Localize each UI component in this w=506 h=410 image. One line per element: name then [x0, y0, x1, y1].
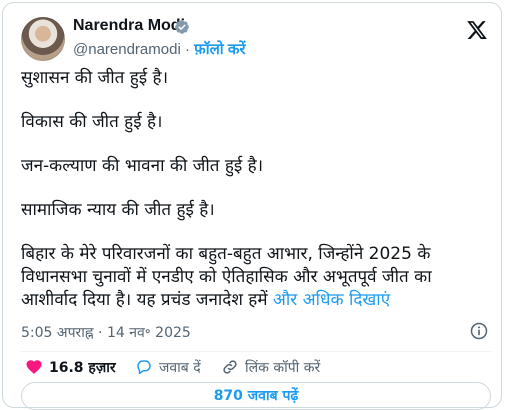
tweet-text: सुशासन की जीत हुई है। विकास की जीत हुई ह…	[21, 67, 491, 312]
tweet-paragraph: विकास की जीत हुई है।	[21, 112, 163, 132]
divider	[21, 351, 491, 352]
tweet-paragraph-last: बिहार के मेरे परिवारजनों का बहुत-बहुत आभ…	[21, 243, 491, 312]
tweet-embed-card: Narendra Modi @narendramodi · फ़ॉलो करें…	[2, 2, 502, 410]
timestamp[interactable]: 5:05 अपराह्न · 14 नव॰ 2025	[21, 323, 191, 342]
show-more-link[interactable]: और अधिक दिखाएं	[273, 290, 390, 310]
heart-icon	[26, 360, 42, 374]
author-handle[interactable]: @narendramodi	[73, 41, 181, 58]
avatar[interactable]	[21, 17, 65, 61]
author-handle-row: @narendramodi · फ़ॉलो करें	[73, 39, 245, 59]
author-name[interactable]: Narendra Modi	[73, 17, 185, 35]
info-icon[interactable]	[469, 321, 489, 341]
reply-icon	[137, 360, 151, 375]
reply-label: जवाब दें	[159, 359, 201, 376]
tweet-paragraph: जन-कल्याण की भावना की जीत हुई है।	[21, 156, 264, 176]
copy-link-label: लिंक कॉपी करें	[245, 359, 321, 376]
tweet-meta: 5:05 अपराह्न · 14 नव॰ 2025	[21, 321, 491, 343]
link-icon	[223, 360, 237, 374]
tweet-paragraph: सुशासन की जीत हुई है।	[21, 68, 169, 88]
x-logo-icon[interactable]	[466, 19, 488, 41]
like-button[interactable]: 16.8 हज़ार	[25, 356, 116, 378]
follow-link[interactable]: फ़ॉलो करें	[194, 41, 245, 58]
handle-separator: ·	[184, 41, 190, 58]
verified-badge-icon	[175, 20, 189, 34]
tweet-paragraph: सामाजिक न्याय की जीत हुई है।	[21, 200, 215, 220]
copy-link-button[interactable]: लिंक कॉपी करें	[221, 356, 320, 378]
reply-button[interactable]: जवाब दें	[135, 356, 201, 378]
read-replies-button[interactable]: 870 जवाब पढ़ें	[21, 382, 491, 410]
like-count: 16.8 हज़ार	[49, 359, 116, 376]
